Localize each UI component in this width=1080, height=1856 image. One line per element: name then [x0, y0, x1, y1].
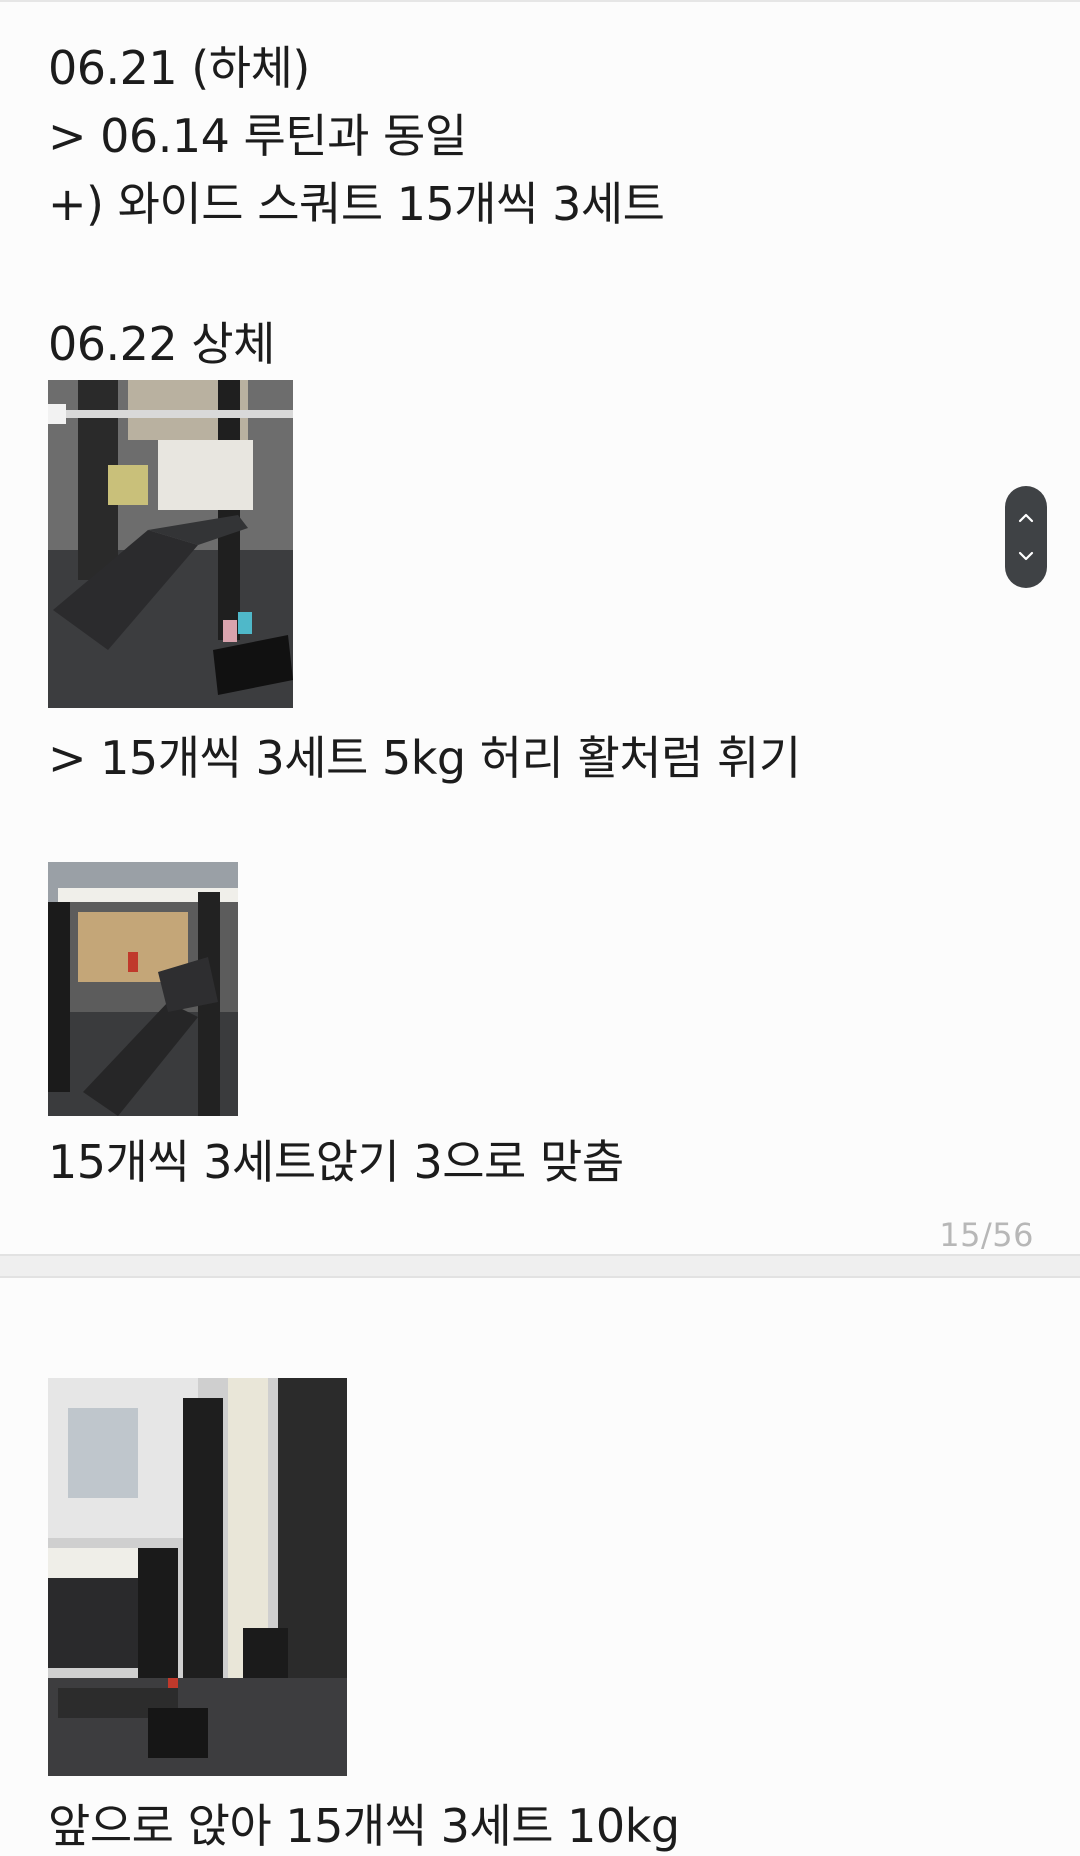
note-line: 15개씩 3세트앉기 3으로 맞춤 — [48, 1135, 624, 1189]
page-indicator: 15/56 — [939, 1216, 1034, 1254]
date-heading-0622: 06.22 상체 — [48, 317, 275, 371]
note-line: > 06.14 루틴과 동일 — [48, 109, 467, 163]
chevron-up-icon[interactable] — [1005, 500, 1047, 536]
note-line: > 15개씩 3세트 5kg 허리 활처럼 휘기 — [48, 731, 801, 785]
bench-press-photo[interactable] — [48, 380, 293, 708]
bench-press-photo-image — [48, 380, 293, 708]
note-line: +) 와이드 스쿼트 15개씩 3세트 — [48, 177, 665, 231]
scroll-control[interactable] — [1005, 486, 1047, 588]
note-page-2: 앞으로 앉아 15개씩 3세트 10kg — [0, 1278, 1080, 1856]
seated-machine-photo-image — [48, 1378, 347, 1776]
incline-bench-photo[interactable] — [48, 862, 238, 1116]
page-divider — [0, 1254, 1080, 1278]
note-line: 앞으로 앉아 15개씩 3세트 10kg — [48, 1799, 680, 1853]
seated-machine-photo[interactable] — [48, 1378, 347, 1776]
chevron-down-icon[interactable] — [1005, 538, 1047, 574]
note-page-1: 06.21 (하체) > 06.14 루틴과 동일 +) 와이드 스쿼트 15개… — [0, 0, 1080, 1254]
date-heading-0621: 06.21 (하체) — [48, 41, 310, 95]
incline-bench-photo-image — [48, 862, 238, 1116]
